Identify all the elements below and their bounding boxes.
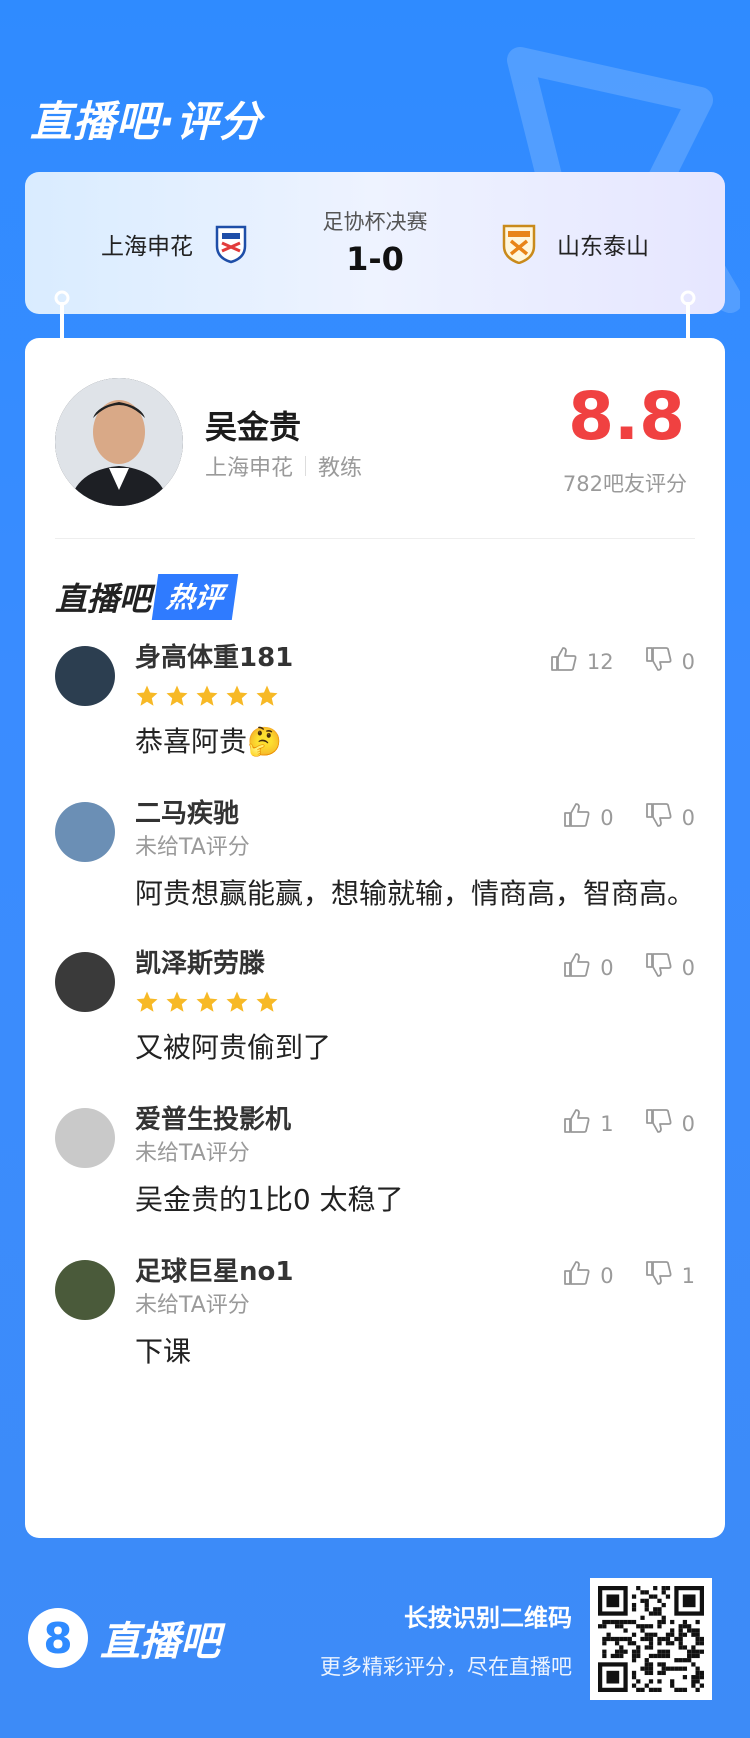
footer-tip: 长按识别二维码 更多精彩评分，尽在直播吧 (320, 1598, 572, 1681)
qr-tip-title: 长按识别二维码 (404, 1604, 572, 1632)
comment-list: 身高体重181 恭喜阿贵🤔 12 0 二马疾驰 未给TA评分 阿贵想赢能赢，想输就输，情商高… (25, 638, 725, 1404)
hot-comments-header: 直播吧 热评 (55, 574, 239, 620)
meta-divider (305, 456, 307, 476)
like-button[interactable]: 12 (549, 644, 614, 679)
user-avatar[interactable] (55, 802, 115, 862)
match-card: 上海申花 足协杯决赛 1-0 山东泰山 (25, 172, 725, 314)
rating-score: 8.8 (568, 378, 685, 455)
like-count: 1 (600, 1111, 614, 1136)
unrated-label: 未给TA评分 (135, 1141, 250, 1166)
dislike-button[interactable]: 1 (644, 1258, 695, 1293)
comment-item: 爱普生投影机 未给TA评分 吴金贵的1比0 太稳了 1 0 (25, 1100, 725, 1222)
unrated-label: 未给TA评分 (135, 1293, 250, 1318)
coach-team: 上海申花 (205, 456, 294, 481)
comment-text: 吴金贵的1比0 太稳了 (135, 1183, 404, 1216)
thumbs-down-icon (644, 800, 674, 835)
comment-item: 二马疾驰 未给TA评分 阿贵想赢能赢，想输就输，情商高，智商高。 0 0 (25, 794, 725, 916)
dislike-count: 0 (681, 1111, 695, 1136)
divider (55, 538, 695, 539)
comment-item: 足球巨星no1 未给TA评分 下课 0 1 (25, 1252, 725, 1374)
like-button[interactable]: 0 (562, 800, 614, 835)
dislike-count: 1 (681, 1263, 695, 1288)
user-avatar[interactable] (55, 952, 115, 1012)
page-title: 直播吧·评分 (30, 97, 262, 146)
dislike-count: 0 (681, 955, 695, 980)
logo-text: 直播吧 (100, 1619, 220, 1665)
coach-meta: 上海申花 教练 (205, 450, 362, 482)
thumbs-up-icon (562, 1258, 592, 1293)
like-count: 0 (600, 805, 614, 830)
away-team: 山东泰山 (499, 224, 649, 264)
thumbs-down-icon (644, 1106, 674, 1141)
user-avatar[interactable] (55, 1260, 115, 1320)
user-avatar[interactable] (55, 646, 115, 706)
rating-stars (135, 988, 695, 1016)
like-count: 0 (600, 955, 614, 980)
rating-stars (135, 682, 695, 710)
comment-actions: 00 (562, 800, 695, 835)
like-count: 0 (600, 1263, 614, 1288)
hot-brand: 直播吧 (55, 580, 152, 618)
qr-code[interactable] (590, 1578, 712, 1700)
dislike-count: 0 (681, 649, 695, 674)
comment-actions: 12 0 (549, 644, 695, 679)
thumbs-up-icon (562, 950, 592, 985)
like-button[interactable]: 0 (562, 1258, 614, 1293)
dislike-button[interactable]: 0 (644, 800, 695, 835)
comment-text: 又被阿贵偷到了 (135, 1031, 332, 1064)
coach-role: 教练 (318, 456, 363, 481)
thumbs-up-icon (562, 800, 592, 835)
away-team-name: 山东泰山 (557, 234, 649, 260)
coach-name: 吴金贵 (205, 408, 302, 446)
logo-mark-icon: 8 (28, 1608, 88, 1668)
dislike-count: 0 (681, 805, 695, 830)
coach-avatar (55, 378, 183, 506)
like-button[interactable]: 0 (562, 950, 614, 985)
thumbs-down-icon (644, 950, 674, 985)
comment-item: 身高体重181 恭喜阿贵🤔 12 0 (25, 638, 725, 764)
thumbs-down-icon (644, 1258, 674, 1293)
user-avatar[interactable] (55, 1108, 115, 1168)
comment-text: 恭喜阿贵🤔 (135, 725, 282, 758)
comment-text: 下课 (135, 1335, 192, 1368)
dislike-button[interactable]: 0 (644, 1106, 695, 1141)
thumbs-down-icon (644, 644, 674, 679)
like-button[interactable]: 1 (562, 1106, 614, 1141)
hot-badge: 热评 (151, 574, 239, 620)
qr-code-image (598, 1586, 704, 1692)
comment-item: 凯泽斯劳滕 又被阿贵偷到了 0 0 (25, 944, 725, 1070)
comment-actions: 01 (562, 1258, 695, 1293)
comment-text: 阿贵想赢能赢，想输就输，情商高，智商高。 (135, 877, 696, 910)
qr-tip-subtitle: 更多精彩评分，尽在直播吧 (320, 1655, 572, 1679)
dislike-button[interactable]: 0 (644, 950, 695, 985)
comment-actions: 10 (562, 1106, 695, 1141)
like-count: 12 (586, 649, 614, 674)
unrated-label: 未给TA评分 (135, 835, 250, 860)
comment-actions: 00 (562, 950, 695, 985)
thumbs-up-icon (549, 644, 579, 679)
rating-card: 吴金贵 上海申花 教练 8.8 782吧友评分 直播吧 热评 身高体重181 恭喜… (25, 338, 725, 1538)
dislike-button[interactable]: 0 (644, 644, 695, 679)
footer-logo: 8 直播吧 (28, 1608, 220, 1668)
thumbs-up-icon (562, 1106, 592, 1141)
rating-count: 782吧友评分 (562, 472, 687, 496)
taishan-crest-icon (499, 224, 539, 264)
